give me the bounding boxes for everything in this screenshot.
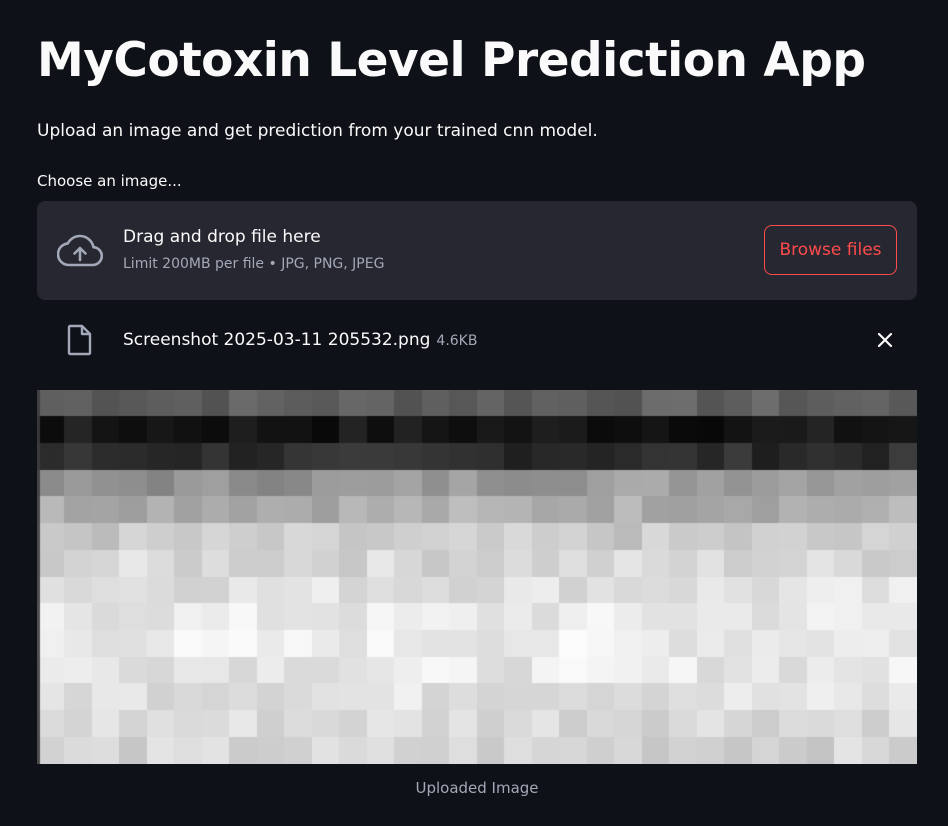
dropzone-instruction: Drag and drop file here (123, 227, 321, 247)
file-icon (67, 324, 92, 356)
uploader-label: Choose an image... (37, 172, 182, 190)
page-subtitle: Upload an image and get prediction from … (37, 121, 598, 141)
uploaded-image-canvas (37, 390, 917, 764)
uploaded-file-size: 4.6KB (436, 333, 478, 349)
cloud-upload-icon (57, 234, 103, 267)
file-dropzone[interactable]: Drag and drop file here Limit 200MB per … (37, 201, 917, 300)
uploaded-file-info: Screenshot 2025-03-11 205532.png 4.6KB (123, 328, 477, 353)
dropzone-text: Drag and drop file here Limit 200MB per … (123, 225, 384, 273)
page-title: MyCotoxin Level Prediction App (37, 33, 866, 88)
image-caption: Uploaded Image (415, 779, 539, 797)
uploaded-image (37, 390, 917, 764)
uploaded-file-row: Screenshot 2025-03-11 205532.png 4.6KB (37, 318, 917, 362)
uploaded-file-name: Screenshot 2025-03-11 205532.png (123, 330, 431, 350)
close-icon[interactable] (873, 328, 897, 352)
dropzone-limit: Limit 200MB per file • JPG, PNG, JPEG (123, 256, 385, 272)
browse-files-button[interactable]: Browse files (764, 225, 897, 275)
